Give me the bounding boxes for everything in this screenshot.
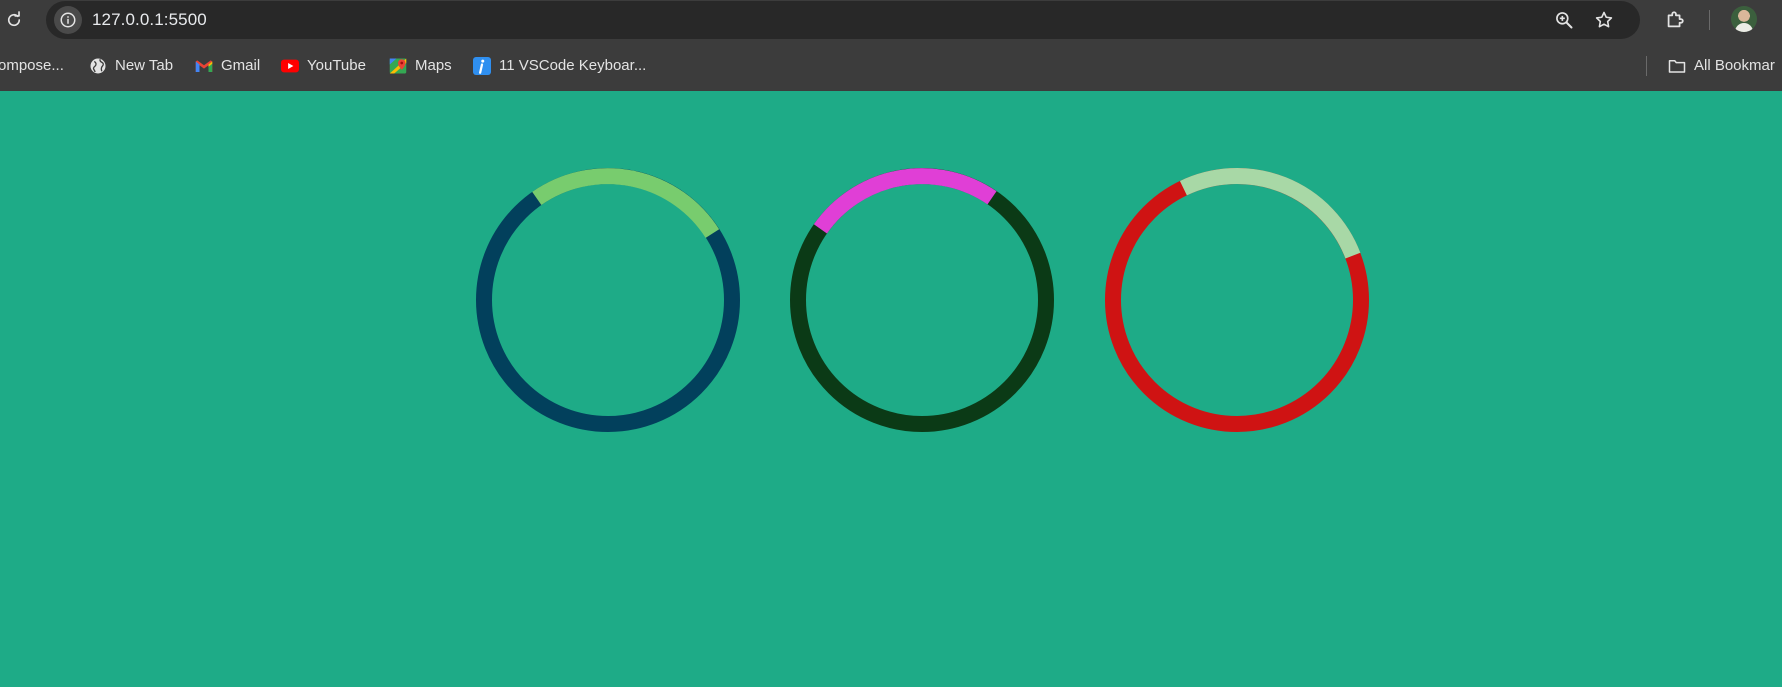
gmail-icon [195, 57, 213, 75]
info-tile-icon [473, 56, 491, 75]
all-bookmarks-button[interactable]: All Bookmar [1668, 40, 1775, 91]
maps-icon [389, 57, 407, 75]
bookmark-youtube[interactable]: YouTube [281, 40, 366, 91]
bookmark-label: YouTube [307, 57, 366, 74]
bookmarks-bar: ompose... New Tab Gmail YouTube Maps 11 … [0, 40, 1782, 91]
page-content [0, 91, 1782, 687]
puzzle-icon[interactable] [1662, 7, 1688, 33]
bookmark-label: Gmail [221, 57, 261, 74]
bookmark-label: 11 VSCode Keyboar... [499, 57, 647, 74]
browser-toolbar: 127.0.0.1:5500 [0, 0, 1782, 40]
toolbar-divider [1709, 10, 1710, 30]
spinner-3-arc [1179, 167, 1361, 259]
bookmarks-divider [1646, 56, 1647, 76]
zoom-in-icon[interactable] [1552, 8, 1576, 32]
star-icon[interactable] [1592, 8, 1616, 32]
youtube-icon [281, 57, 299, 75]
bookmark-vscode-keyboard[interactable]: 11 VSCode Keyboar... [473, 40, 646, 91]
spinner-1 [476, 168, 740, 432]
bookmark-new-tab[interactable]: New Tab [89, 40, 173, 91]
bookmark-label: New Tab [115, 57, 174, 74]
bookmark-gmail[interactable]: Gmail [195, 40, 260, 91]
folder-icon [1668, 57, 1686, 75]
address-bar[interactable]: 127.0.0.1:5500 [46, 1, 1640, 39]
spinners-canvas [476, 167, 1369, 432]
bookmark-maps[interactable]: Maps [389, 40, 452, 91]
globe-icon [89, 57, 107, 75]
url-text[interactable]: 127.0.0.1:5500 [92, 10, 207, 30]
reload-icon[interactable] [2, 8, 26, 32]
bookmark-label: ompose... [0, 57, 64, 74]
spinner-3 [1105, 167, 1369, 432]
bookmark-compose[interactable]: ompose... [0, 40, 64, 91]
spinner-2-arc [813, 168, 997, 234]
avatar[interactable] [1731, 6, 1757, 32]
spinner-1-arc [532, 168, 720, 238]
spinner-2 [790, 168, 1054, 432]
info-icon[interactable] [54, 6, 82, 34]
bookmark-label: Maps [415, 57, 452, 74]
bookmark-label: All Bookmar [1694, 57, 1775, 74]
